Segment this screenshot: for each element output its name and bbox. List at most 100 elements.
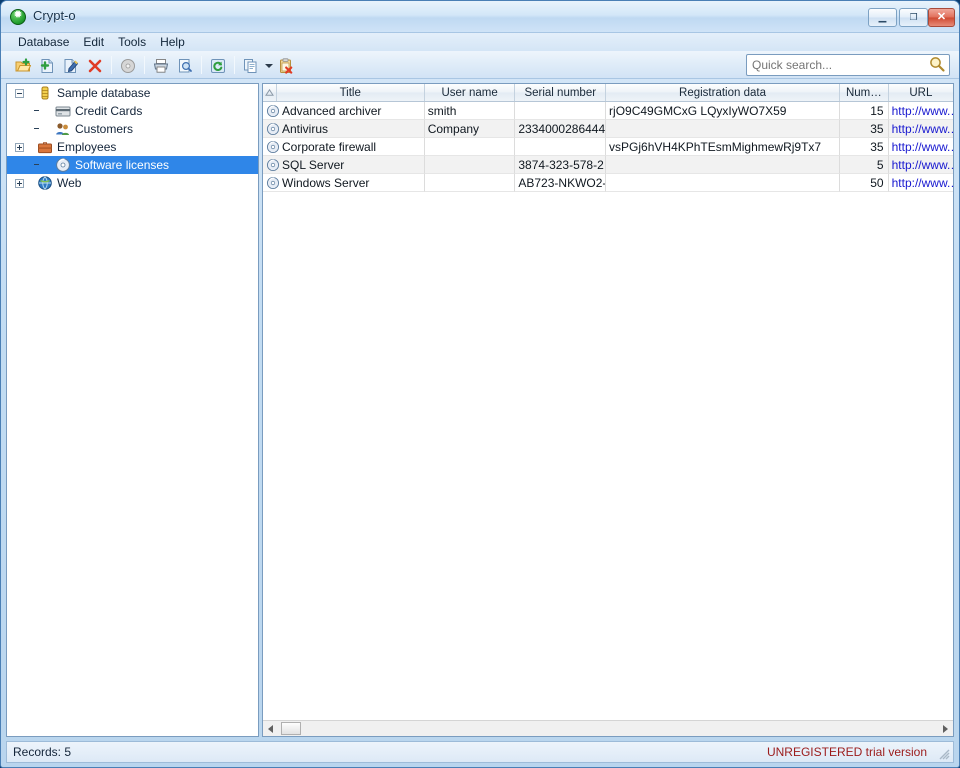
- copy-icon[interactable]: [239, 54, 261, 76]
- maximize-button[interactable]: [899, 8, 928, 27]
- column-header-url[interactable]: URL: [889, 84, 953, 101]
- cell-url[interactable]: http://www.…: [888, 120, 953, 138]
- cell-url[interactable]: http://www.…: [888, 102, 953, 120]
- table-row[interactable]: Advanced archiver smith rjO9C49GMCxG LQy…: [263, 102, 953, 120]
- tree-node-label: Web: [57, 176, 82, 190]
- burn-cd-icon[interactable]: [116, 54, 138, 76]
- cell-title: Windows Server: [282, 175, 370, 190]
- menu-item-database[interactable]: Database: [11, 34, 76, 50]
- cell-title: Corporate firewall: [282, 139, 377, 154]
- cell-user-name: [424, 156, 516, 174]
- expand-toggle-icon[interactable]: [15, 142, 24, 152]
- collapse-toggle-icon[interactable]: [15, 88, 24, 98]
- toolbar-separator: [201, 55, 202, 74]
- cell-registration-data: [606, 120, 840, 138]
- disc-icon: [266, 158, 280, 172]
- tree-node-label: Customers: [75, 122, 134, 136]
- tree-node-customers[interactable]: Customers: [7, 120, 258, 138]
- column-header-title[interactable]: Title: [277, 84, 425, 101]
- tree-node-label: Employees: [57, 140, 117, 154]
- copy-dropdown-arrow-icon[interactable]: [263, 54, 274, 76]
- window-title: Crypt-o: [33, 8, 76, 23]
- tree-line: [45, 165, 55, 166]
- toolbar-separator: [111, 55, 112, 74]
- menu-item-edit[interactable]: Edit: [76, 34, 111, 50]
- records-count-label: Records: 5: [13, 745, 72, 759]
- globe-icon: [37, 175, 53, 191]
- open-database-icon[interactable]: [11, 54, 33, 76]
- column-header-sort[interactable]: [263, 84, 277, 101]
- tree-node-sample-database[interactable]: Sample database: [7, 84, 258, 102]
- cell-url[interactable]: http://www.…: [888, 174, 953, 192]
- horizontal-scrollbar[interactable]: [263, 720, 953, 736]
- tree-line: [27, 147, 37, 148]
- cell-num: 35: [839, 120, 889, 138]
- delete-record-icon[interactable]: [83, 54, 105, 76]
- column-header-user-name[interactable]: User name: [425, 84, 516, 101]
- menu-item-help[interactable]: Help: [153, 34, 192, 50]
- tree-node-label: Credit Cards: [75, 104, 143, 118]
- add-record-icon[interactable]: [35, 54, 57, 76]
- main-body: Sample database Credit Cards Customers E…: [1, 79, 959, 737]
- close-button[interactable]: [928, 8, 955, 27]
- toolbar: [1, 51, 959, 79]
- print-preview-icon[interactable]: [173, 54, 195, 76]
- table-row[interactable]: Antivirus Company 2334000286444 35 http:…: [263, 120, 953, 138]
- cell-url[interactable]: http://www.…: [888, 156, 953, 174]
- scroll-right-icon[interactable]: [937, 721, 953, 736]
- cell-num: 50: [839, 174, 889, 192]
- table-row[interactable]: Corporate firewall vsPGj6hVH4KPhTEsmMigh…: [263, 138, 953, 156]
- scrollbar-track[interactable]: [279, 721, 937, 736]
- edit-record-icon[interactable]: [59, 54, 81, 76]
- cell-serial-number: [515, 138, 607, 156]
- database-icon: [37, 85, 53, 101]
- tree-spacer: [33, 107, 42, 116]
- tree-node-web[interactable]: Web: [7, 174, 258, 192]
- scrollbar-thumb[interactable]: [281, 722, 301, 735]
- print-icon[interactable]: [149, 54, 171, 76]
- database-tree-panel[interactable]: Sample database Credit Cards Customers E…: [6, 83, 259, 737]
- credit-card-icon: [55, 103, 71, 119]
- column-header-serial-number[interactable]: Serial number: [515, 84, 607, 101]
- table-row[interactable]: SQL Server 3874-323-578-2… 5 http://www.…: [263, 156, 953, 174]
- tree-node-credit-cards[interactable]: Credit Cards: [7, 102, 258, 120]
- tree-node-software-licenses[interactable]: Software licenses: [7, 156, 258, 174]
- tree-line: [27, 183, 37, 184]
- maximize-icon: [900, 9, 927, 26]
- column-header-registration-data[interactable]: Registration data: [606, 84, 840, 101]
- resize-grip-icon[interactable]: [938, 748, 950, 760]
- menu-item-tools[interactable]: Tools: [111, 34, 153, 50]
- quick-search-box[interactable]: [746, 54, 950, 76]
- title-bar: Crypt-o: [1, 1, 959, 33]
- refresh-icon[interactable]: [206, 54, 228, 76]
- cell-title: SQL Server: [282, 157, 345, 172]
- minimize-button[interactable]: [868, 8, 897, 27]
- disc-icon: [266, 176, 280, 190]
- cell-user-name: [424, 138, 516, 156]
- tree-node-label: Sample database: [57, 86, 151, 100]
- cell-serial-number: AB723-NKWO2-…: [515, 174, 607, 192]
- expand-toggle-icon[interactable]: [15, 178, 24, 188]
- customers-icon: [55, 121, 71, 137]
- cell-num: 15: [839, 102, 889, 120]
- minimize-icon: [869, 9, 896, 26]
- crypto-app-icon: [10, 7, 26, 25]
- application-window: Crypt-o Database Edit Tools Help: [0, 0, 960, 768]
- column-header-num[interactable]: Num…: [840, 84, 889, 101]
- magnifier-icon[interactable]: [927, 55, 949, 75]
- tree-node-employees[interactable]: Employees: [7, 138, 258, 156]
- status-bar: Records: 5 UNREGISTERED trial version: [6, 741, 954, 763]
- clipboard-clear-icon[interactable]: [274, 54, 296, 76]
- cell-registration-data: vsPGj6hVH4KPhTEsmMighmewRj9Tx7: [606, 138, 840, 156]
- scroll-left-icon[interactable]: [263, 721, 279, 736]
- tree-spacer: [33, 161, 42, 170]
- ascending-triangle-icon: [264, 89, 274, 96]
- search-input[interactable]: [747, 57, 927, 73]
- tree-spacer: [33, 125, 42, 134]
- toolbar-separator: [144, 55, 145, 74]
- cell-url[interactable]: http://www.…: [888, 138, 953, 156]
- table-row[interactable]: Windows Server AB723-NKWO2-… 50 http://w…: [263, 174, 953, 192]
- toolbar-separator: [234, 55, 235, 74]
- cell-title: Advanced archiver: [282, 103, 382, 118]
- cell-user-name: [424, 174, 516, 192]
